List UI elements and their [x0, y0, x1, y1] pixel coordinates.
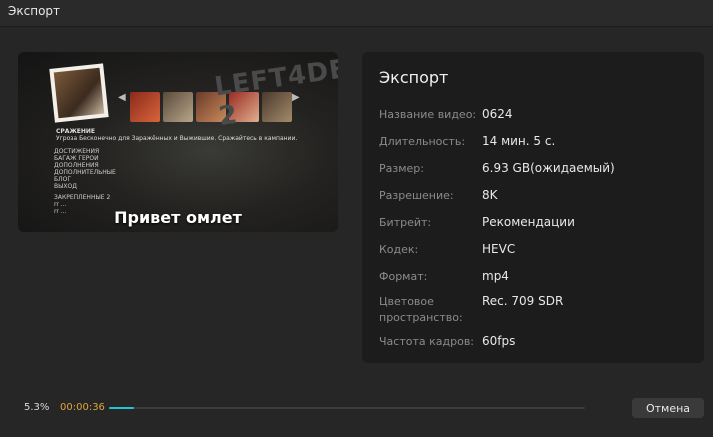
- menu-item: rr ...: [54, 201, 67, 208]
- menu-subtitle: Угроза Бесконечно для Заражённых и Выжив…: [56, 135, 298, 142]
- menu-item: ЗАКРЕПЛЕННЫЕ 2: [54, 194, 111, 201]
- subtitle-caption: Привет омлет: [114, 208, 242, 227]
- info-value: Рекомендации: [482, 215, 575, 229]
- panel-heading: Экспорт: [379, 68, 449, 87]
- menu-item: ДОПОЛНИТЕЛЬНЫЕ: [54, 169, 116, 176]
- cancel-button[interactable]: Отмена: [632, 398, 704, 418]
- menu-item: ДОПОЛНЕНИЯ: [54, 162, 99, 169]
- export-info-panel: Экспорт Название видео: 0624 Длительност…: [362, 52, 704, 363]
- info-label: Название видео:: [379, 108, 477, 121]
- info-label: Цветовое пространство:: [379, 295, 463, 324]
- menu-item: БАГАЖ ГЕРОИ: [54, 155, 99, 162]
- info-value: HEVC: [482, 242, 516, 256]
- progress-bar: [109, 407, 585, 409]
- title-bar: Экспорт: [0, 0, 713, 27]
- video-preview: ◀ ▶ LEFT4DEAD 2 СРАЖЕНИЕ Угроза Бесконеч…: [18, 52, 338, 232]
- game-poster-thumbnail: [49, 63, 109, 123]
- progress-bar-fill: [109, 407, 135, 409]
- info-value: 60fps: [482, 334, 516, 348]
- info-label: Битрейт:: [379, 216, 432, 229]
- info-value: 6.93 GB(ожидаемый): [482, 161, 615, 175]
- info-label: Размер:: [379, 162, 424, 175]
- info-label: Длительность:: [379, 135, 466, 148]
- info-value: 0624: [482, 107, 513, 121]
- info-value: 8K: [482, 188, 498, 202]
- window-title: Экспорт: [8, 4, 61, 18]
- info-label: Разрешение:: [379, 189, 454, 202]
- menu-description: СРАЖЕНИЕ Угроза Бесконечно для Заражённы…: [56, 128, 297, 142]
- progress-percent: 5.3%: [24, 402, 50, 413]
- info-label: Кодек:: [379, 243, 419, 256]
- menu-item: БЛОГ: [54, 176, 72, 183]
- elapsed-time: 00:00:36: [60, 402, 105, 413]
- menu-title: СРАЖЕНИЕ: [56, 128, 96, 135]
- info-value: 14 мин. 5 с.: [482, 134, 556, 148]
- info-value: mp4: [482, 269, 509, 283]
- info-label: Формат:: [379, 270, 428, 283]
- menu-item: ДОСТИЖЕНИЯ: [54, 148, 100, 155]
- info-label: Частота кадров:: [379, 335, 475, 348]
- chevron-left-icon: ◀: [118, 92, 126, 103]
- menu-item: ВЫХОД: [54, 183, 77, 190]
- game-menu: ДОСТИЖЕНИЯ БАГАЖ ГЕРОИ ДОПОЛНЕНИЯ ДОПОЛН…: [54, 148, 116, 215]
- info-value: Rec. 709 SDR: [482, 294, 564, 308]
- game-logo: LEFT4DEAD 2: [212, 52, 338, 133]
